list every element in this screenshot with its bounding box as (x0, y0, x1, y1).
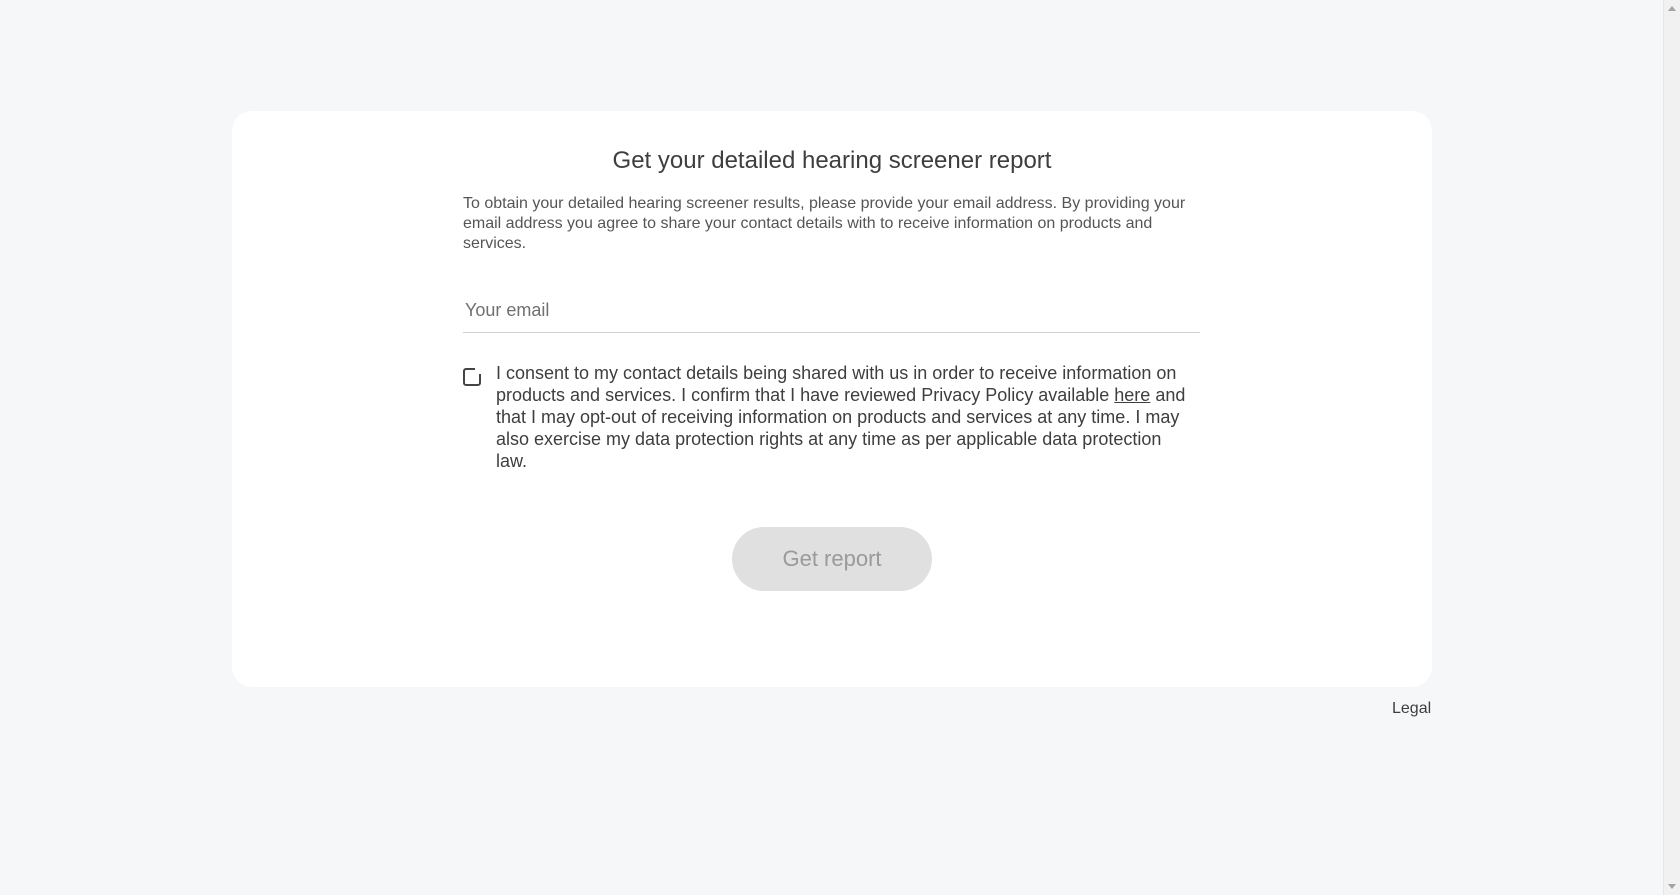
email-field[interactable] (463, 289, 1200, 333)
report-card: Get your detailed hearing screener repor… (232, 111, 1432, 687)
scroll-down-arrow-icon[interactable] (1668, 884, 1676, 889)
vertical-scrollbar[interactable] (1663, 0, 1680, 895)
privacy-policy-link[interactable]: here (1114, 385, 1150, 405)
page-viewport: Get your detailed hearing screener repor… (0, 0, 1663, 895)
scroll-up-arrow-icon[interactable] (1668, 6, 1676, 11)
page-title: Get your detailed hearing screener repor… (612, 147, 1052, 174)
get-report-button[interactable]: Get report (732, 527, 932, 591)
legal-link[interactable]: Legal (1392, 700, 1431, 718)
consent-checkbox[interactable] (463, 367, 482, 386)
consent-text: I consent to my contact details being sh… (496, 362, 1196, 472)
consent-text-part1: I consent to my contact details being sh… (496, 363, 1177, 405)
intro-text: To obtain your detailed hearing screener… (463, 195, 1186, 252)
